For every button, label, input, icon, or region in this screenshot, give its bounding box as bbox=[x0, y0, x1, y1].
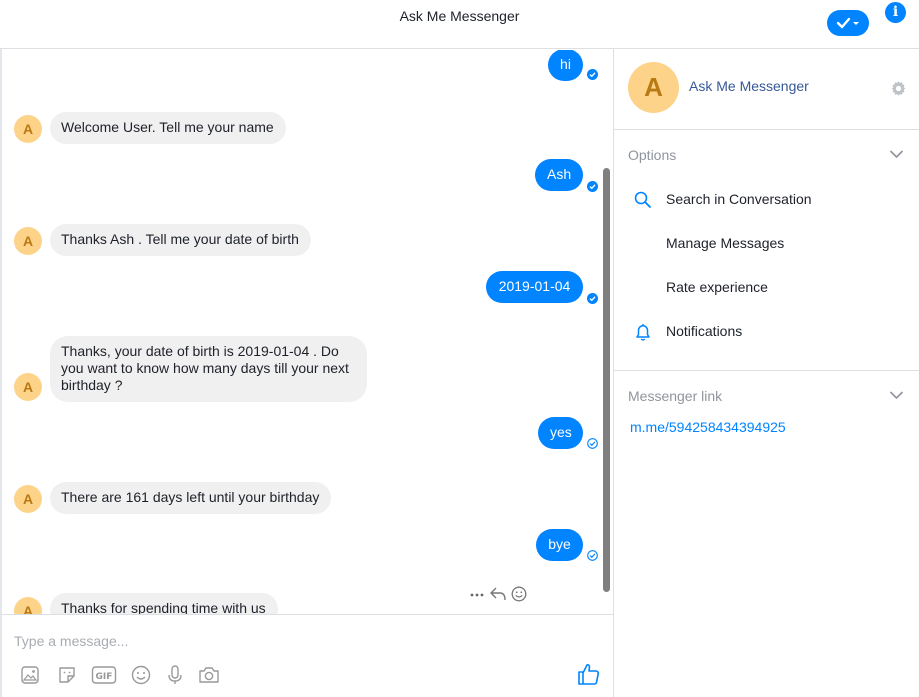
bell-icon bbox=[636, 324, 650, 341]
message-bubble-incoming[interactable]: Thanks, your date of birth is 2019-01-04… bbox=[50, 336, 367, 402]
voice-clip-button[interactable] bbox=[162, 662, 188, 688]
contact-name[interactable]: Ask Me Messenger bbox=[689, 78, 809, 94]
message-actions bbox=[470, 585, 530, 605]
message-bubble-outgoing[interactable]: bye bbox=[536, 529, 583, 561]
option-label: Manage Messages bbox=[666, 235, 785, 251]
conversation-area: hi A Welcome User. Tell me your name Ash… bbox=[2, 50, 613, 614]
delivered-icon bbox=[587, 181, 598, 192]
header: Ask Me Messenger i bbox=[0, 0, 919, 49]
photo-button[interactable] bbox=[17, 662, 43, 688]
camera-icon bbox=[199, 667, 219, 683]
emoji-icon bbox=[131, 665, 151, 685]
gif-icon: GIF bbox=[91, 666, 117, 684]
messenger-link-section-title[interactable]: Messenger link bbox=[628, 388, 722, 404]
gif-button[interactable]: GIF bbox=[91, 662, 117, 688]
like-button[interactable] bbox=[576, 661, 602, 687]
bot-avatar: A bbox=[14, 227, 42, 255]
contact-avatar: A bbox=[628, 62, 679, 113]
message-bubble-outgoing[interactable]: hi bbox=[548, 50, 583, 81]
conversation-scrollbar[interactable] bbox=[603, 168, 610, 592]
camera-button[interactable] bbox=[196, 662, 222, 688]
sticker-button[interactable] bbox=[54, 662, 80, 688]
mark-done-button[interactable] bbox=[827, 10, 869, 36]
more-icon[interactable] bbox=[470, 589, 484, 601]
emoji-button[interactable] bbox=[128, 662, 154, 688]
react-icon[interactable] bbox=[511, 586, 527, 602]
svg-text:GIF: GIF bbox=[96, 672, 113, 682]
image-icon bbox=[21, 666, 39, 684]
divider bbox=[614, 129, 919, 130]
search-icon bbox=[634, 191, 651, 208]
messenger-link[interactable]: m.me/594258434394925 bbox=[630, 419, 786, 435]
option-manage-messages[interactable]: Manage Messages bbox=[614, 224, 919, 264]
message-bubble-incoming[interactable]: Welcome User. Tell me your name bbox=[50, 112, 286, 144]
thumbs-up-icon bbox=[578, 664, 600, 685]
divider bbox=[614, 370, 919, 371]
message-bubble-outgoing[interactable]: yes bbox=[538, 417, 583, 449]
option-notifications[interactable]: Notifications bbox=[614, 312, 919, 352]
bot-avatar: A bbox=[14, 115, 42, 143]
options-section-title[interactable]: Options bbox=[628, 147, 676, 163]
check-icon bbox=[836, 17, 859, 29]
reply-icon[interactable] bbox=[489, 586, 507, 602]
sent-icon bbox=[587, 550, 598, 561]
sent-icon bbox=[587, 438, 598, 449]
bot-avatar: A bbox=[14, 485, 42, 513]
option-label: Search in Conversation bbox=[666, 191, 812, 207]
option-search-in-conversation[interactable]: Search in Conversation bbox=[614, 180, 919, 220]
message-bubble-incoming[interactable]: Thanks for spending time with us bbox=[50, 593, 278, 614]
chevron-down-icon[interactable] bbox=[889, 149, 904, 159]
composer: GIF bbox=[2, 614, 613, 697]
gear-icon[interactable] bbox=[890, 80, 907, 97]
bot-avatar: A bbox=[14, 597, 42, 614]
message-input[interactable] bbox=[14, 631, 574, 651]
message-bubble-incoming[interactable]: There are 161 days left until your birth… bbox=[50, 482, 332, 514]
info-icon[interactable]: i bbox=[885, 2, 906, 23]
option-label: Notifications bbox=[666, 323, 743, 339]
message-bubble-outgoing[interactable]: 2019-01-04 bbox=[486, 271, 583, 303]
message-bubble-outgoing[interactable]: Ash bbox=[535, 159, 583, 191]
delivered-icon bbox=[587, 69, 598, 80]
option-label: Rate experience bbox=[666, 279, 768, 295]
microphone-icon bbox=[168, 665, 182, 684]
chevron-down-icon[interactable] bbox=[889, 390, 904, 400]
option-rate-experience[interactable]: Rate experience bbox=[614, 268, 919, 308]
message-bubble-incoming[interactable]: Thanks Ash . Tell me your date of birth bbox=[50, 224, 311, 256]
sticker-icon bbox=[59, 667, 75, 683]
delivered-icon bbox=[587, 293, 598, 304]
conversation-title: Ask Me Messenger bbox=[399, 8, 520, 24]
conversation-details-panel: A Ask Me Messenger Options Search in Con… bbox=[613, 49, 919, 697]
bot-avatar: A bbox=[14, 373, 42, 401]
